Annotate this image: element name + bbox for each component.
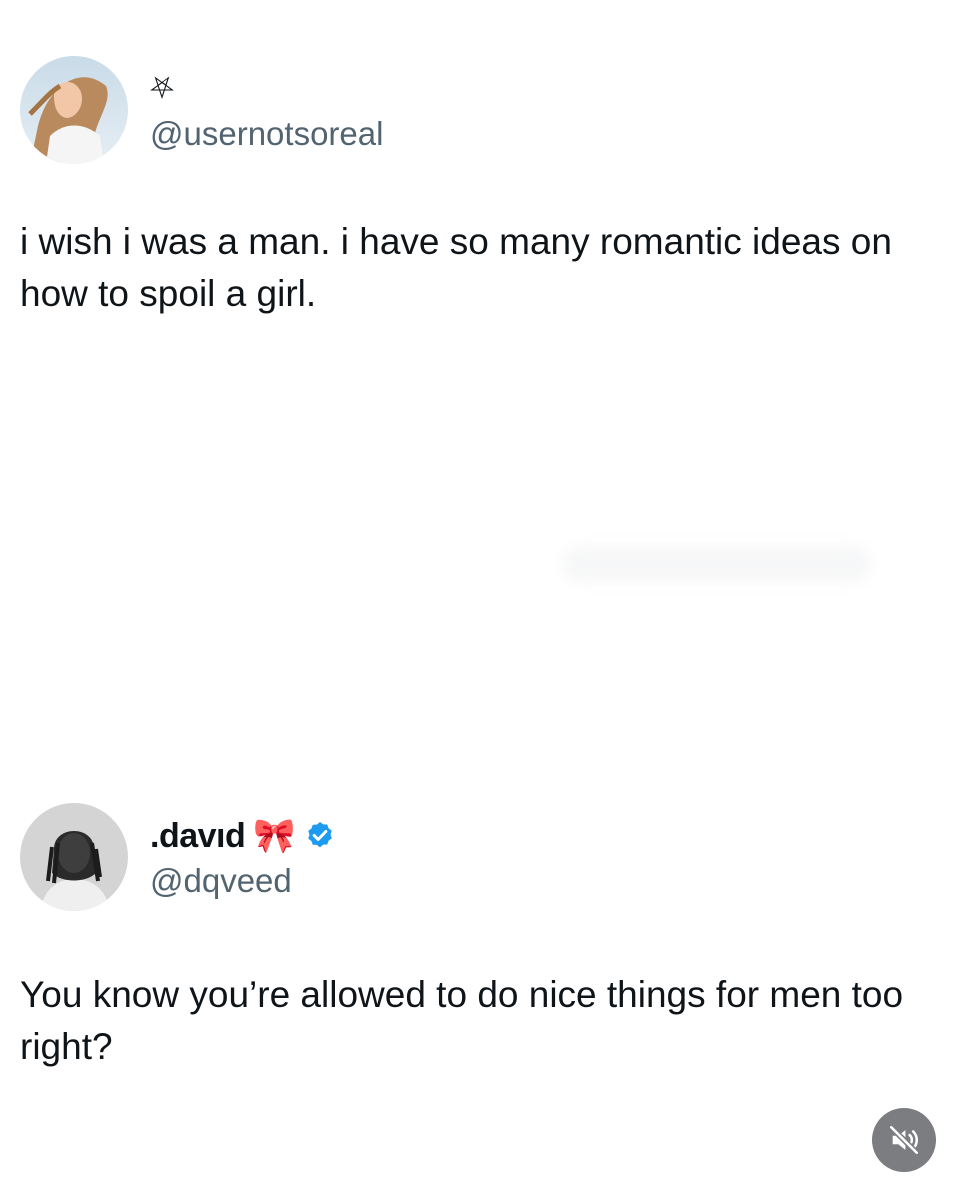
post-text: i wish i was a man. i have so many roman… (20, 221, 892, 314)
blurred-watermark (562, 546, 872, 582)
handle[interactable]: @usernotsoreal (150, 115, 383, 153)
speaker-muted-icon (888, 1124, 920, 1156)
pentagram-icon: ⛧ (150, 72, 174, 105)
ribbon-icon: 🎀 (253, 817, 296, 855)
display-name[interactable]: .davıd (150, 817, 246, 856)
post-dqveed: .davıd 🎀 @dqveed You know you’re allowed… (20, 803, 950, 1073)
avatar[interactable] (20, 56, 128, 164)
author-names: ⛧ @usernotsoreal (150, 67, 383, 153)
avatar-image (20, 56, 128, 164)
avatar[interactable] (20, 803, 128, 911)
author-names: .davıd 🎀 @dqveed (150, 814, 336, 900)
post-text: You know you’re allowed to do nice thing… (20, 974, 904, 1067)
avatar-image (20, 803, 128, 911)
post-header: .davıd 🎀 @dqveed (20, 803, 950, 911)
display-name-row: .davıd 🎀 (150, 814, 336, 858)
mute-button[interactable] (872, 1108, 936, 1172)
post-header: ⛧ @usernotsoreal (20, 56, 950, 164)
post-usernotsoreal: ⛧ @usernotsoreal i wish i was a man. i h… (20, 56, 950, 320)
display-name-row: ⛧ (150, 67, 383, 111)
verified-badge-icon (304, 820, 336, 852)
handle[interactable]: @dqveed (150, 862, 336, 900)
